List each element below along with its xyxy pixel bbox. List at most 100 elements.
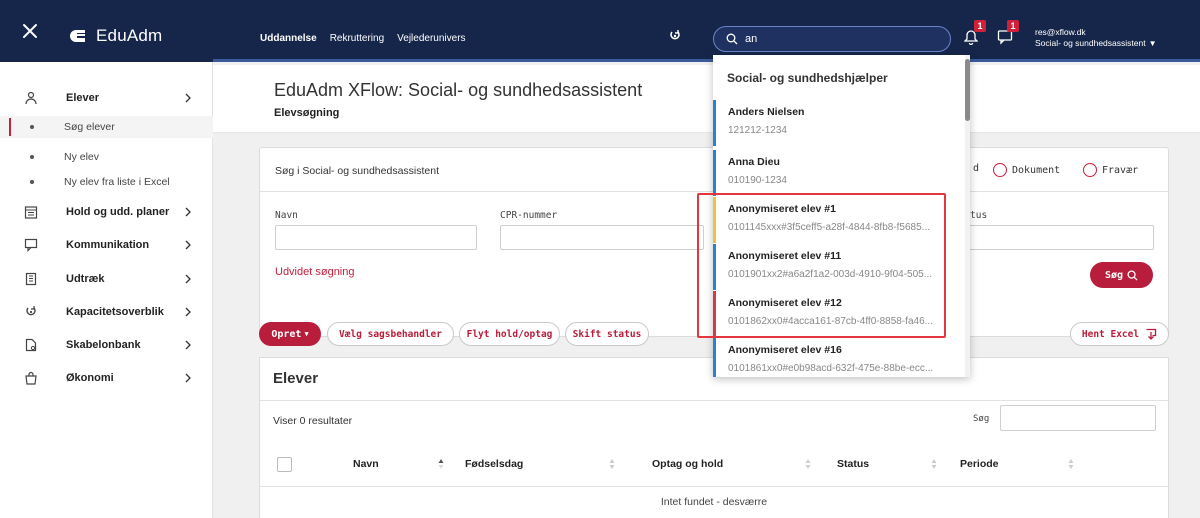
select-all-checkbox[interactable] [277, 457, 292, 472]
sidebar-item-label: Økonomi [66, 372, 114, 384]
search-button[interactable]: Søg [1090, 262, 1153, 288]
sidebar-item-label: Kapacitetsoverblik [66, 306, 164, 318]
column-header-status[interactable]: Status [837, 458, 869, 470]
sidebar-item-label: Kommunikation [66, 239, 150, 251]
sidebar-item-label: Søg elever [64, 121, 115, 133]
sidebar-item-ny-elev-excel[interactable]: Ny elev fra liste i Excel [0, 171, 213, 193]
capacity-icon[interactable] [668, 29, 682, 43]
radio-fravaer[interactable]: Fravær [1083, 163, 1138, 177]
table-search-input[interactable] [1000, 405, 1156, 431]
result-item[interactable]: Anders Nielsen 121212-1234 [713, 100, 963, 146]
result-name: Anonymiseret elev #1 [728, 203, 836, 215]
column-header-intake[interactable]: Optag og hold [652, 458, 723, 470]
chat-icon [24, 238, 38, 252]
sort-icon[interactable] [438, 458, 444, 470]
choose-handler-button[interactable]: Vælg sagsbehandler [327, 322, 454, 346]
sidebar-item-hold[interactable]: Hold og udd. planer [0, 200, 213, 224]
sidebar-item-label: Udtræk [66, 273, 105, 285]
sidebar-item-skabelonbank[interactable]: Skabelonbank [0, 333, 213, 357]
search-icon [1127, 269, 1138, 281]
notifications-button[interactable]: 1 [963, 20, 986, 47]
bag-icon [25, 371, 37, 385]
result-name: Anna Dieu [728, 156, 780, 168]
cpr-field[interactable] [500, 225, 704, 250]
result-item[interactable]: Anonymiseret elev #16 0101861xx0#e0b98ac… [713, 338, 963, 377]
person-icon [25, 91, 37, 105]
result-name: Anonymiseret elev #12 [728, 297, 842, 309]
create-button[interactable]: Opret ▼ [259, 322, 321, 346]
page-subtitle: Elevsøgning [274, 107, 340, 119]
result-count: Viser 0 resultater [273, 415, 353, 427]
result-name: Anders Nielsen [728, 106, 805, 118]
sidebar-item-kommunikation[interactable]: Kommunikation [0, 233, 213, 257]
user-menu[interactable]: res@xflow.dk Social- og sundhedsassisten… [1035, 27, 1157, 49]
name-label: Navn [275, 210, 298, 221]
bullet [30, 180, 34, 184]
search-results-dropdown: Social- og sundhedshjælper Anders Nielse… [713, 55, 970, 377]
sidebar-item-kapacitet[interactable]: Kapacitetsoverblik [0, 300, 213, 324]
dropdown-scrollbar-thumb[interactable] [965, 59, 970, 121]
global-search[interactable] [713, 26, 951, 52]
result-item[interactable]: Anonymiseret elev #11 0101901xx2#a6a2f1a… [713, 244, 963, 290]
user-email: res@xflow.dk [1035, 27, 1086, 37]
status-label: tus [970, 210, 988, 221]
chevron-right-icon [185, 274, 191, 284]
sidebar: Elever Søg elever Ny elev Ny elev fra li… [0, 62, 213, 518]
chevron-right-icon [185, 93, 191, 103]
column-header-birthday[interactable]: Fødselsdag [465, 458, 523, 470]
status-field[interactable] [950, 225, 1154, 250]
search-icon [726, 33, 738, 45]
cpr-label: CPR-nummer [500, 210, 558, 221]
app-logo[interactable]: EduAdm [70, 26, 162, 46]
sidebar-item-label: Ny elev fra liste i Excel [64, 176, 170, 188]
sidebar-item-udtraek[interactable]: Udtræk [0, 267, 213, 291]
chevron-right-icon [185, 207, 191, 217]
radio-label: d [973, 163, 980, 174]
sidebar-item-sog-elever[interactable]: Søg elever [0, 116, 213, 138]
sort-icon[interactable] [931, 458, 937, 470]
chevron-right-icon [185, 240, 191, 250]
sidebar-item-ny-elev[interactable]: Ny elev [0, 146, 213, 168]
empty-state-message: Intet fundet - desværre [660, 496, 768, 508]
sort-icon[interactable] [609, 458, 615, 470]
students-card: Elever Viser 0 resultater Søg Navn Fødse… [259, 357, 1169, 518]
result-item[interactable]: Anna Dieu 010190-1234 [713, 150, 963, 196]
radio-dokument[interactable]: Dokument [993, 163, 1060, 177]
sort-icon[interactable] [805, 458, 811, 470]
top-bar: EduAdm Uddannelse Rekruttering Vejlederu… [0, 0, 1200, 62]
topnav-rekruttering[interactable]: Rekruttering [330, 33, 384, 44]
sort-icon[interactable] [1068, 458, 1074, 470]
excel-button-label: Hent Excel [1081, 328, 1140, 340]
topnav-uddannelse[interactable]: Uddannelse [260, 33, 317, 44]
user-role: Social- og sundhedsassistent [1035, 38, 1146, 48]
move-team-button[interactable]: Flyt hold/optag [459, 322, 560, 346]
result-item[interactable]: Anonymiseret elev #12 0101862xx0#4acca16… [713, 291, 963, 337]
chevron-right-icon [185, 373, 191, 383]
column-header-period[interactable]: Periode [960, 458, 999, 470]
top-navigation: Uddannelse Rekruttering Vejlederunivers [260, 33, 466, 44]
expanded-search-link[interactable]: Udvidet søgning [275, 266, 355, 278]
students-title: Elever [273, 370, 319, 387]
table-divider [260, 486, 1168, 487]
topnav-vejlederunivers[interactable]: Vejlederunivers [397, 33, 465, 44]
radio-label: Dokument [1012, 164, 1061, 176]
column-header-name[interactable]: Navn [353, 458, 379, 470]
radio-option-partial[interactable]: d [973, 163, 979, 174]
result-id: 010190-1234 [728, 175, 787, 186]
result-id: 0101901xx2#a6a2f1a2-003d-4910-9f04-505..… [728, 269, 933, 280]
download-excel-button[interactable]: Hent Excel [1070, 322, 1169, 346]
bullet [30, 125, 34, 129]
change-status-button[interactable]: Skift status [565, 322, 649, 346]
sidebar-item-elever[interactable]: Elever [0, 86, 213, 110]
message-badge: 1 [1007, 20, 1019, 32]
result-id: 0101145xxx#3f5ceff5-a28f-4844-8fb8-f5685… [728, 222, 931, 233]
result-id: 0101862xx0#4acca161-87cb-4ff0-8858-fa46.… [728, 316, 933, 327]
messages-button[interactable]: 1 [997, 20, 1019, 47]
global-search-input[interactable] [745, 33, 935, 45]
sidebar-item-okonomi[interactable]: Økonomi [0, 366, 213, 390]
app-name: EduAdm [96, 26, 163, 45]
result-item[interactable]: Anonymiseret elev #1 0101145xxx#3f5ceff5… [713, 197, 963, 243]
close-icon[interactable] [22, 23, 38, 39]
name-field[interactable] [275, 225, 477, 250]
page-header: EduAdm XFlow: Social- og sundhedsassiste… [213, 65, 1200, 133]
